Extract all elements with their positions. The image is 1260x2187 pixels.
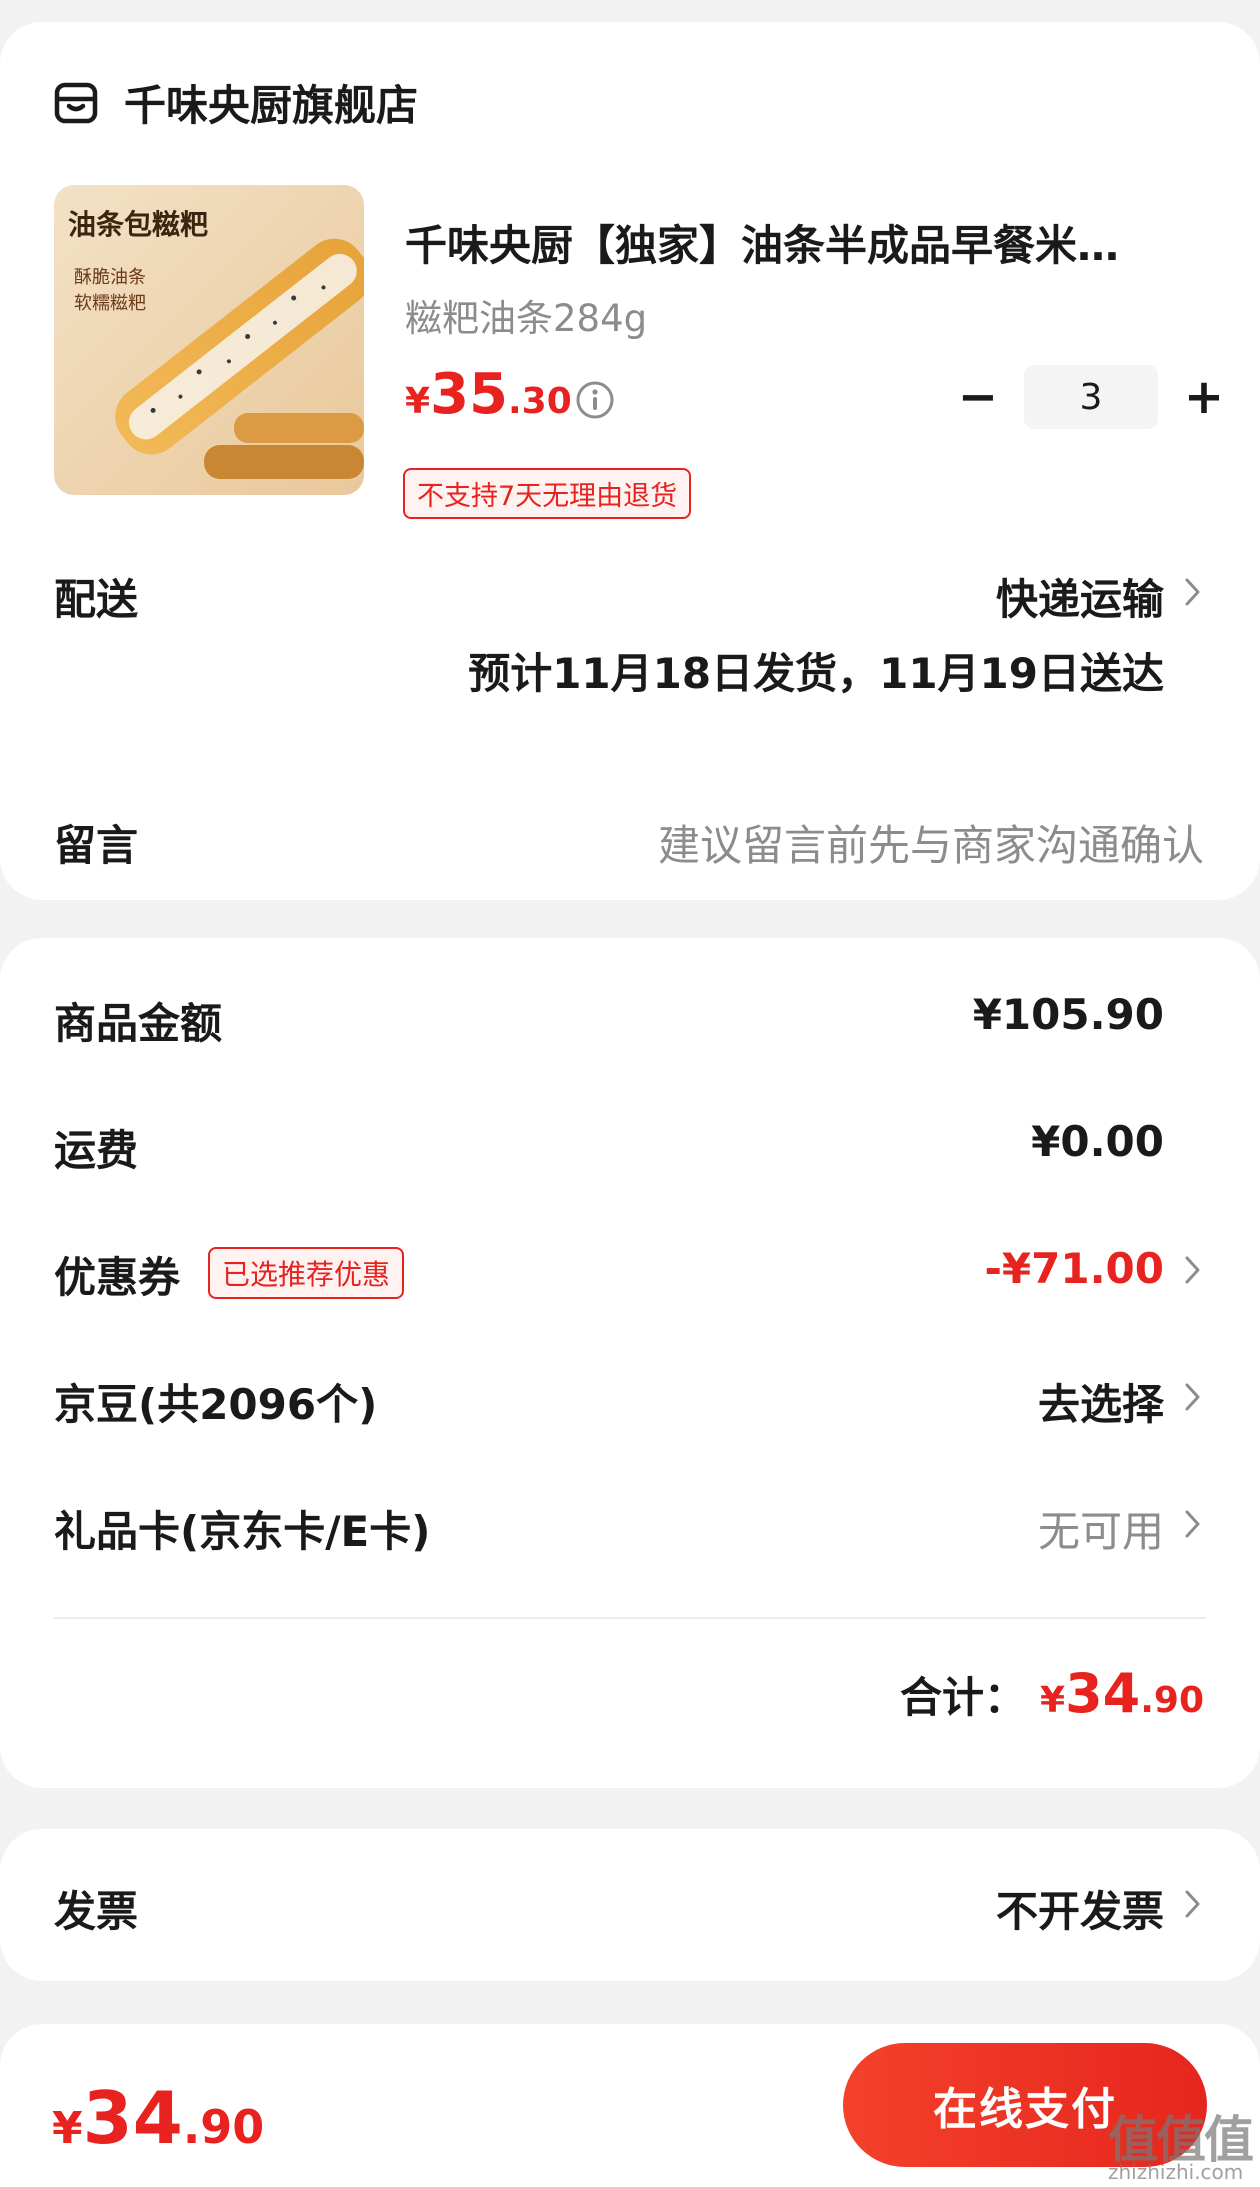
coupon-value[interactable]: -¥71.00	[984, 1244, 1164, 1293]
delivery-estimate: 预计11月18日发货，11月19日送达	[468, 649, 1164, 698]
jd-beans-select[interactable]: 去选择	[1038, 1371, 1164, 1432]
quantity-input[interactable]: 3	[1024, 365, 1158, 429]
shop-name: 千味央厨旗舰店	[124, 81, 419, 130]
message-label: 留言	[54, 821, 139, 870]
total-symbol: ¥	[1040, 1680, 1066, 1721]
chevron-right-icon[interactable]	[1182, 1886, 1204, 1922]
message-input[interactable]: 建议留言前先与商家沟通确认	[658, 812, 1204, 873]
total-integer: 34	[1065, 1662, 1141, 1725]
increase-quantity-button[interactable]: +	[1176, 367, 1232, 427]
product-title[interactable]: 千味央厨【独家】油条半成品早餐米…	[405, 212, 1195, 273]
delivery-method[interactable]: 快递运输	[996, 566, 1164, 627]
coupon-label: 优惠券	[54, 1253, 181, 1302]
product-price: ¥ 35 .30	[405, 362, 572, 427]
gift-card-value[interactable]: 无可用	[1038, 1498, 1164, 1559]
quantity-stepper: − 3 +	[950, 365, 1232, 429]
chevron-right-icon[interactable]	[1182, 574, 1204, 610]
chevron-right-icon[interactable]	[1182, 1379, 1204, 1415]
no-return-badge: 不支持7天无理由退货	[403, 468, 692, 519]
coupon-badge: 已选推荐优惠	[208, 1247, 405, 1299]
price-integer: 35	[430, 362, 508, 427]
bottom-price-integer: 34	[82, 2076, 183, 2160]
shipping-fee-value: ¥0.00	[1031, 1117, 1164, 1166]
invoice-value[interactable]: 不开发票	[996, 1878, 1164, 1939]
watermark-logo: 值值值 zhizhizhi.com	[1108, 2100, 1258, 2184]
goods-amount-label: 商品金额	[54, 999, 223, 1048]
bottom-price-symbol: ¥	[52, 2103, 83, 2154]
image-caption-line1: 酥脆油条	[74, 267, 146, 288]
shop-header[interactable]: 千味央厨旗舰店	[52, 72, 418, 133]
image-caption-main: 油条包糍粑	[68, 208, 209, 241]
chevron-right-icon[interactable]	[1182, 1506, 1204, 1542]
info-icon[interactable]	[575, 380, 615, 420]
checkout-page: 千味央厨旗舰店 油条包糍粑 酥脆油条 软糯糍粑 千味央厨【独家】油条半成品早餐米…	[0, 0, 1260, 2187]
price-symbol: ¥	[405, 381, 431, 422]
product-spec: 糍粑油条284g	[405, 297, 648, 340]
divider	[54, 1617, 1206, 1619]
summary-card	[0, 938, 1260, 1788]
delivery-label: 配送	[54, 575, 139, 624]
price-decimal: .30	[508, 381, 572, 422]
invoice-label: 发票	[54, 1887, 139, 1936]
total-label: 合计：	[899, 1673, 1026, 1722]
chevron-right-icon[interactable]	[1182, 1252, 1204, 1288]
decrease-quantity-button[interactable]: −	[950, 367, 1006, 427]
gift-card-label: 礼品卡(京东卡/E卡)	[54, 1507, 431, 1556]
shipping-fee-label: 运费	[54, 1126, 139, 1175]
watermark-url: zhizhizhi.com	[1108, 2160, 1244, 2184]
shop-icon	[54, 82, 98, 123]
bottom-total-price: ¥ 34 .90	[52, 2076, 264, 2160]
product-image[interactable]: 油条包糍粑 酥脆油条 软糯糍粑	[54, 185, 364, 495]
goods-amount-value: ¥105.90	[972, 990, 1164, 1039]
total-decimal: .90	[1140, 1680, 1204, 1721]
total-row: 合计： ¥ 34 .90	[900, 1662, 1204, 1725]
bottom-price-decimal: .90	[182, 2100, 265, 2154]
image-caption-line2: 软糯糍粑	[74, 293, 146, 314]
jd-beans-label: 京豆(共2096个)	[54, 1380, 378, 1429]
